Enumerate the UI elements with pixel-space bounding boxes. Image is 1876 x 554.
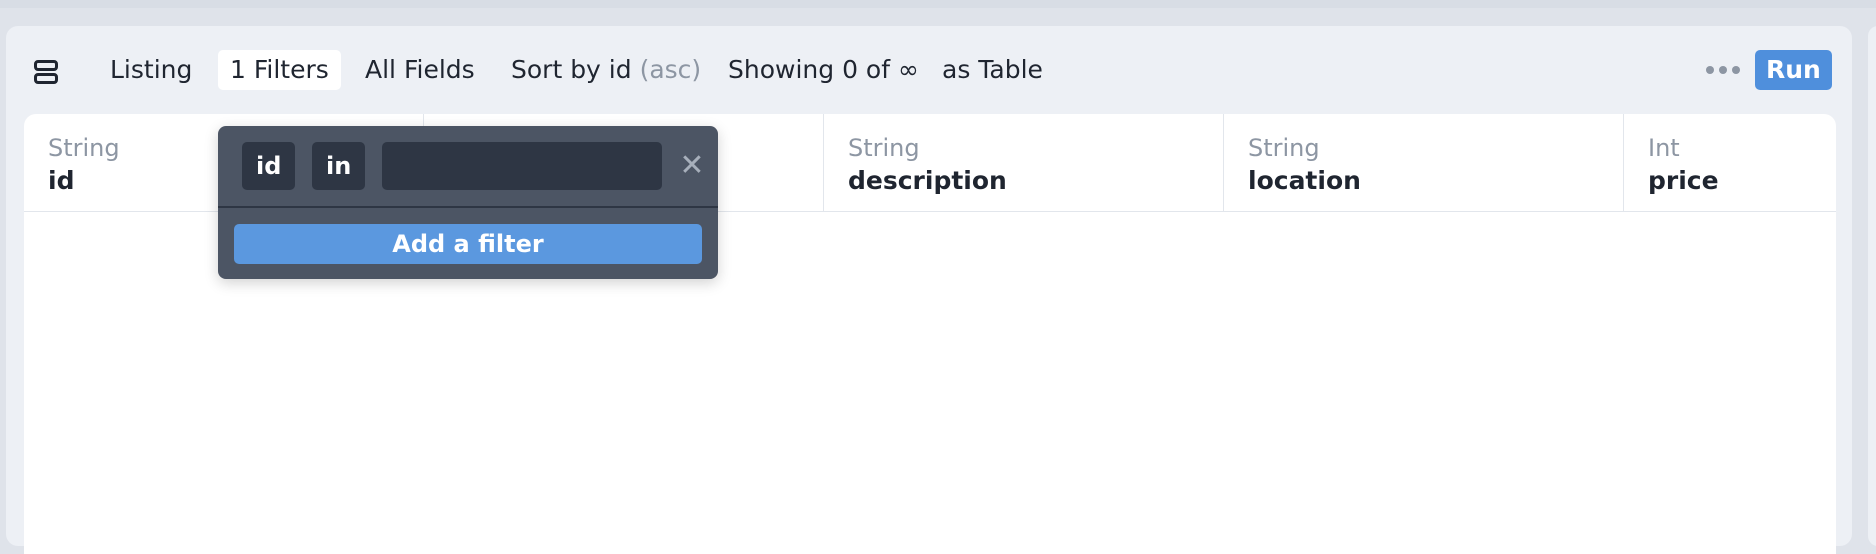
column-name: description [848, 166, 1007, 195]
column-name: location [1248, 166, 1361, 195]
sort-button[interactable]: Sort by id (asc) [499, 50, 713, 90]
sort-direction: (asc) [639, 55, 702, 84]
run-button[interactable]: Run [1755, 50, 1832, 90]
window-top-strip [0, 0, 1876, 8]
column-header-location[interactable]: String location [1224, 114, 1624, 212]
more-horizontal-icon[interactable] [1706, 60, 1746, 80]
all-fields-button[interactable]: All Fields [353, 50, 487, 90]
popover-divider [218, 206, 718, 208]
showing-count-button[interactable]: Showing 0 of ∞ [716, 50, 931, 90]
filter-popover: id in ✕ Add a filter [218, 126, 718, 279]
add-filter-button[interactable]: Add a filter [234, 224, 702, 264]
query-panel: Listing 1 Filters All Fields Sort by id … [6, 26, 1852, 554]
close-icon[interactable]: ✕ [676, 150, 708, 182]
column-type: Int [1648, 134, 1680, 162]
filters-button[interactable]: 1 Filters [218, 50, 341, 90]
filter-field-chip[interactable]: id [242, 142, 296, 190]
column-type: String [1248, 134, 1320, 162]
column-header-price[interactable]: Int price [1624, 114, 1836, 212]
column-header-description[interactable]: String description [824, 114, 1224, 212]
query-toolbar: Listing 1 Filters All Fields Sort by id … [6, 26, 1852, 116]
column-type: String [848, 134, 920, 162]
column-name: price [1648, 166, 1719, 195]
layout-list-icon[interactable] [34, 58, 60, 86]
listing-button[interactable]: Listing [98, 50, 204, 90]
view-mode-button[interactable]: as Table [930, 50, 1055, 90]
sort-label: Sort by id [511, 55, 632, 84]
adjacent-panel-edge [1868, 26, 1876, 546]
filter-value-input[interactable] [382, 142, 662, 190]
filter-operator-chip[interactable]: in [312, 142, 366, 190]
